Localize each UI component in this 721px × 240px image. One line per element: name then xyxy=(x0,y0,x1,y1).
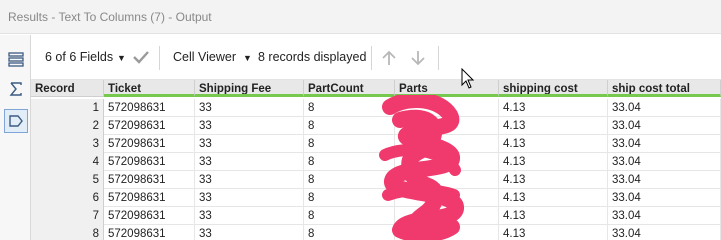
ship-cost-total-cell[interactable]: 33.04 xyxy=(608,99,721,117)
shipping-fee-cell[interactable]: 33 xyxy=(195,99,304,117)
arrow-down-icon[interactable] xyxy=(410,50,426,66)
ticket-cell[interactable]: 572098631 xyxy=(104,207,195,225)
shipping-fee-cell[interactable]: 33 xyxy=(195,189,304,207)
shipping-cost-cell[interactable]: 4.13 xyxy=(499,171,608,189)
arrow-up-icon[interactable] xyxy=(381,50,397,66)
toolbar-divider xyxy=(438,46,439,70)
record-number: 5 xyxy=(31,171,104,189)
column-header-ticket[interactable]: Ticket xyxy=(104,80,195,97)
ticket-cell[interactable]: 572098631 xyxy=(104,117,195,135)
shipping-fee-cell[interactable]: 33 xyxy=(195,135,304,153)
shipping-fee-cell[interactable]: 33 xyxy=(195,207,304,225)
column-header-record[interactable]: Record xyxy=(31,80,104,97)
ticket-cell[interactable]: 572098631 xyxy=(104,171,195,189)
ship-cost-total-cell[interactable]: 33.04 xyxy=(608,117,721,135)
ticket-cell[interactable]: 572098631 xyxy=(104,225,195,240)
record-number: 8 xyxy=(31,225,104,240)
column-header-shipping-fee[interactable]: Shipping Fee xyxy=(195,80,304,97)
toolbar-divider xyxy=(371,46,372,70)
list-view-icon[interactable] xyxy=(4,47,28,71)
chevron-down-icon[interactable]: ▼ xyxy=(117,53,126,63)
record-number: 4 xyxy=(31,153,104,171)
ship-cost-total-cell[interactable]: 33.04 xyxy=(608,135,721,153)
results-toolbar: 6 of 6 Fields ▼ Cell Viewer ▼ 8 records … xyxy=(31,35,721,80)
shipping-cost-cell[interactable]: 4.13 xyxy=(499,225,608,240)
left-toolbar xyxy=(0,35,31,240)
shipping-fee-cell[interactable]: 33 xyxy=(195,171,304,189)
results-title-bar: Results - Text To Columns (7) - Output xyxy=(0,0,721,34)
shipping-fee-cell[interactable]: 33 xyxy=(195,117,304,135)
ship-cost-total-cell[interactable]: 33.04 xyxy=(608,153,721,171)
ticket-cell[interactable]: 572098631 xyxy=(104,153,195,171)
checkmark-icon[interactable] xyxy=(133,50,149,64)
shipping-cost-cell[interactable]: 4.13 xyxy=(499,135,608,153)
column-header-ship-cost-total[interactable]: ship cost total xyxy=(608,80,721,97)
record-number: 1 xyxy=(31,99,104,117)
tag-icon[interactable] xyxy=(4,109,28,133)
record-number: 6 xyxy=(31,189,104,207)
redaction-scribble xyxy=(379,95,464,240)
chevron-down-icon[interactable]: ▼ xyxy=(243,53,252,63)
shipping-cost-cell[interactable]: 4.13 xyxy=(499,207,608,225)
records-displayed-label: 8 records displayed xyxy=(258,50,367,64)
fields-dropdown[interactable]: 6 of 6 Fields xyxy=(45,50,113,64)
ticket-cell[interactable]: 572098631 xyxy=(104,135,195,153)
record-number: 3 xyxy=(31,135,104,153)
shipping-fee-cell[interactable]: 33 xyxy=(195,225,304,240)
results-title: Results - Text To Columns (7) - Output xyxy=(8,10,212,24)
shipping-cost-cell[interactable]: 4.13 xyxy=(499,189,608,207)
shipping-cost-cell[interactable]: 4.13 xyxy=(499,117,608,135)
cell-viewer-dropdown[interactable]: Cell Viewer xyxy=(173,50,236,64)
ship-cost-total-cell[interactable]: 33.04 xyxy=(608,171,721,189)
ship-cost-total-cell[interactable]: 33.04 xyxy=(608,189,721,207)
column-header-shipping-cost[interactable]: shipping cost xyxy=(499,80,608,97)
record-number: 2 xyxy=(31,117,104,135)
ship-cost-total-cell[interactable]: 33.04 xyxy=(608,225,721,240)
sigma-icon[interactable] xyxy=(4,77,28,101)
ticket-cell[interactable]: 572098631 xyxy=(104,99,195,117)
ticket-cell[interactable]: 572098631 xyxy=(104,189,195,207)
toolbar-divider xyxy=(159,46,160,70)
mouse-cursor-icon xyxy=(461,68,475,89)
shipping-cost-cell[interactable]: 4.13 xyxy=(499,153,608,171)
shipping-fee-cell[interactable]: 33 xyxy=(195,153,304,171)
shipping-cost-cell[interactable]: 4.13 xyxy=(499,99,608,117)
ship-cost-total-cell[interactable]: 33.04 xyxy=(608,207,721,225)
record-number: 7 xyxy=(31,207,104,225)
